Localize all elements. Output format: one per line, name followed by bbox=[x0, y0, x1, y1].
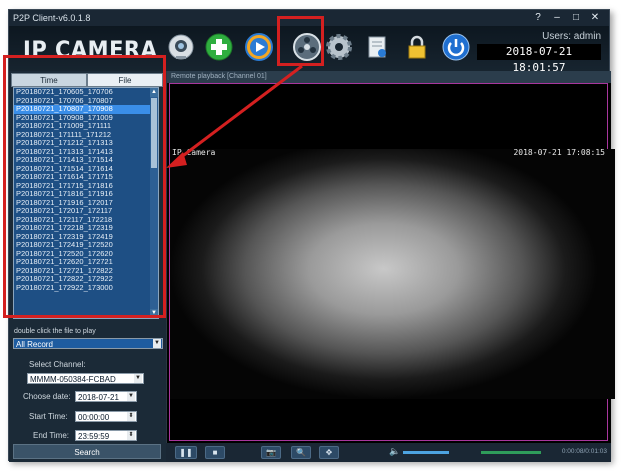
close-button[interactable]: ✕ bbox=[587, 11, 603, 24]
minimize-button[interactable]: ‒ bbox=[549, 11, 565, 24]
record-filter-select[interactable]: All Record ▼ bbox=[13, 338, 163, 349]
end-time-label: End Time: bbox=[33, 431, 70, 440]
chevron-down-icon[interactable]: ▼ bbox=[134, 374, 142, 383]
camera-osd-time: 2018-07-21 17:08:15 bbox=[513, 148, 605, 157]
date-value: 2018-07-21 bbox=[78, 393, 119, 402]
start-time-label: Start Time: bbox=[29, 412, 68, 421]
screenshot: P2P Client-v6.0.1.8 ? ‒ □ ✕ IP CAMERA Us… bbox=[0, 0, 621, 471]
select-channel-label: Select Channel: bbox=[29, 360, 86, 369]
window-title: P2P Client-v6.0.1.8 bbox=[13, 13, 91, 23]
end-time-field[interactable]: 23:59:59 ⬍ bbox=[75, 430, 137, 441]
report-icon[interactable] bbox=[362, 32, 392, 62]
choose-date-label: Choose date: bbox=[23, 392, 71, 401]
end-time-value: 23:59:59 bbox=[78, 432, 110, 441]
video-panel: Remote playback [Channel 01] IP Camera 2… bbox=[166, 71, 615, 443]
lock-icon[interactable] bbox=[402, 32, 432, 62]
power-icon[interactable] bbox=[441, 32, 471, 62]
gear-icon[interactable] bbox=[324, 32, 354, 62]
video-header: Remote playback [Channel 01] bbox=[167, 71, 611, 83]
speaker-icon[interactable]: 🔈 bbox=[389, 446, 400, 457]
start-time-field[interactable]: 00:00:00 ⬍ bbox=[75, 411, 137, 422]
help-button[interactable]: ? bbox=[530, 11, 546, 24]
camera-icon[interactable] bbox=[166, 32, 196, 62]
record-filter-value: All Record bbox=[16, 340, 53, 349]
date-picker[interactable]: 2018-07-21 ▼ bbox=[75, 391, 137, 402]
play-icon[interactable] bbox=[244, 32, 274, 62]
video-window[interactable]: IP Camera 2018-07-21 17:08:15 bbox=[169, 83, 615, 441]
playback-controls: ❚❚ ■ 📷 🔍 ✥ 🔈 0:00:08/0:01:03 bbox=[166, 443, 611, 462]
camera-osd-title: IP Camera bbox=[172, 148, 216, 157]
camera-feed bbox=[170, 149, 615, 399]
start-time-value: 00:00:00 bbox=[78, 413, 110, 422]
channel-select[interactable]: MMMM-050384-FCBAD ▼ bbox=[27, 373, 144, 384]
user-label: Users: admin bbox=[542, 31, 601, 42]
calendar-dropdown-icon[interactable]: ▼ bbox=[127, 392, 135, 401]
volume-slider[interactable] bbox=[403, 451, 449, 454]
chevron-down-icon[interactable]: ▼ bbox=[153, 339, 161, 348]
search-button[interactable]: Search bbox=[13, 444, 161, 459]
file-hint: double click the file to play bbox=[14, 328, 96, 335]
stop-button[interactable]: ■ bbox=[205, 446, 225, 459]
pause-button[interactable]: ❚❚ bbox=[175, 446, 197, 459]
maximize-button[interactable]: □ bbox=[568, 11, 584, 24]
zoom-button[interactable]: 🔍 bbox=[291, 446, 311, 459]
add-icon[interactable] bbox=[204, 32, 234, 62]
annotation-highlight-playback-tool bbox=[277, 16, 324, 66]
progress-slider[interactable] bbox=[481, 451, 541, 454]
annotation-highlight-file-list bbox=[3, 55, 166, 318]
playback-timecode: 0:00:08/0:01:03 bbox=[561, 448, 607, 455]
clock-display: 2018-07-21 18:01:57 bbox=[477, 44, 601, 74]
channel-value: MMMM-050384-FCBAD bbox=[30, 375, 116, 384]
fullscreen-button[interactable]: ✥ bbox=[319, 446, 339, 459]
spinner-icon[interactable]: ⬍ bbox=[127, 431, 135, 440]
snapshot-button[interactable]: 📷 bbox=[261, 446, 281, 459]
spinner-icon[interactable]: ⬍ bbox=[127, 412, 135, 421]
